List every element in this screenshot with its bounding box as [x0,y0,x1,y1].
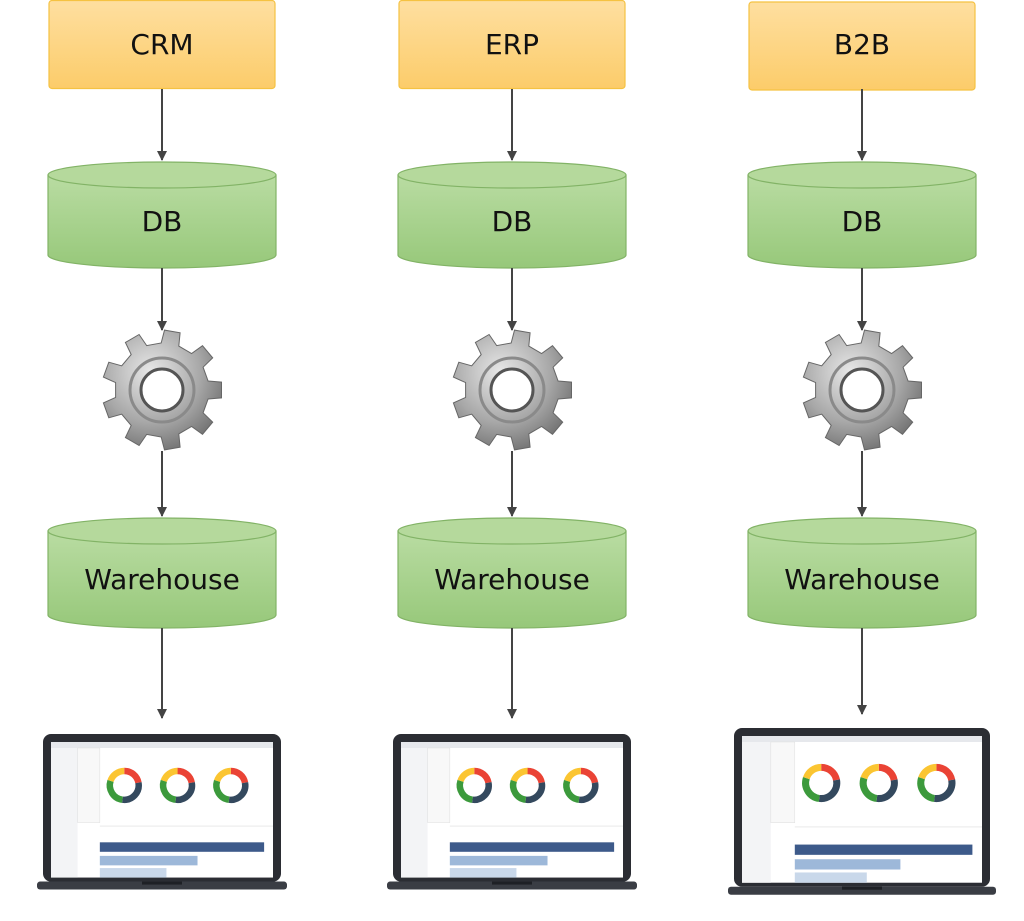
warehouse-cylinder-label: Warehouse [84,563,240,596]
laptop-dashboard-icon [387,734,637,890]
db-cylinder: DB [747,161,977,269]
warehouse-cylinder-label: Warehouse [434,563,590,596]
laptop-dashboard-icon [728,728,996,895]
db-cylinder-label: DB [492,205,533,238]
source-label: ERP [485,28,539,61]
warehouse-cylinder: Warehouse [747,517,977,629]
warehouse-cylinder-label: Warehouse [784,563,940,596]
source-box: CRM [48,0,276,90]
db-cylinder: DB [47,161,277,269]
db-cylinder: DB [397,161,627,269]
pipeline-diagram: CRM DB Warehouse ERP DB Warehouse B2B DB Warehou… [37,0,996,895]
gear-icon [452,329,572,451]
gear-icon [102,329,222,451]
pipeline-column-erp: ERP DB Warehouse [387,0,637,890]
pipeline-column-b2b: B2B DB Warehouse [728,1,996,895]
warehouse-cylinder: Warehouse [397,517,627,629]
db-cylinder-label: DB [842,205,883,238]
source-label: B2B [834,28,890,61]
pipeline-column-crm: CRM DB Warehouse [37,0,287,890]
gear-icon [802,329,922,451]
warehouse-cylinder: Warehouse [47,517,277,629]
db-cylinder-label: DB [142,205,183,238]
laptop-dashboard-icon [37,734,287,890]
source-box: B2B [748,1,976,91]
source-box: ERP [398,0,626,90]
source-label: CRM [130,28,193,61]
